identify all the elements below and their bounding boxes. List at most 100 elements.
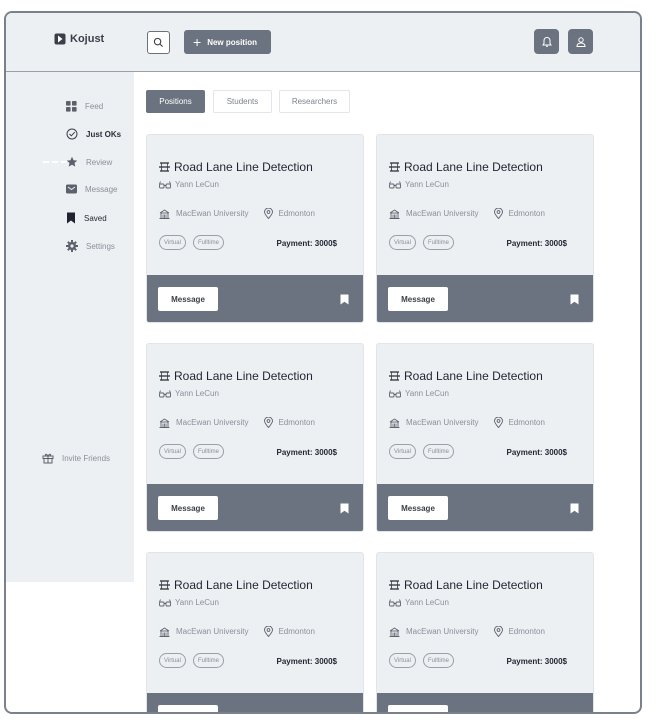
location-pin-icon [264,417,274,428]
position-card[interactable]: Road Lane Line Detection Yann LeCun MacE… [146,134,364,323]
invite-friends-label: Invite Friends [62,453,111,463]
card-footer: Message [147,275,363,322]
gift-icon [42,453,54,464]
building-icon [389,417,400,428]
supervisor-name: Yann LeCun [175,598,219,607]
message-button[interactable]: Message [158,705,218,712]
sidebar-item-message[interactable]: Message [66,184,117,194]
bookmark-icon[interactable] [340,503,349,514]
position-card[interactable]: Road Lane Line Detection Yann LeCun MacE… [146,552,364,714]
payment-amount: Payment: 3000$ [276,239,337,248]
payment-amount: Payment: 3000$ [276,448,337,457]
tab-students[interactable]: Students [213,90,272,113]
bookmark-icon[interactable] [340,712,349,714]
glasses-icon [389,389,401,397]
new-position-label: New position [207,37,257,47]
glasses-icon [159,180,171,188]
position-title: Road Lane Line Detection [404,369,543,383]
gear-icon [66,240,78,252]
sidebar-item-settings[interactable]: Settings [66,240,115,252]
university-name: MacEwan University [176,627,249,636]
glasses-icon [159,389,171,397]
supervisor-name: Yann LeCun [405,598,449,607]
tab-positions[interactable]: Positions [146,90,205,113]
brand-logo[interactable]: Kojust [54,33,104,45]
tag-fulltime: Fulltime [193,653,225,668]
bookmark-icon[interactable] [570,712,579,714]
search-button[interactable] [147,31,170,54]
building-icon [159,208,170,219]
message-button[interactable]: Message [388,705,448,712]
bookmark-icon[interactable] [570,503,579,514]
location-pin-icon [264,208,274,219]
tag-fulltime: Fulltime [423,653,455,668]
logo-icon [54,33,66,45]
sidebar-item-label: Just OKs [86,129,122,139]
sidebar-item-review[interactable]: Review [66,156,112,168]
supervisor-name: Yann LeCun [175,180,219,189]
city-name: Edmonton [278,418,315,427]
road-icon [159,162,170,172]
sidebar-item-saved[interactable]: Saved [66,212,107,224]
tag-virtual: Virtual [159,653,186,668]
building-icon [159,626,170,637]
sidebar-item-feed[interactable]: Feed [66,101,103,112]
profile-button[interactable] [568,29,593,54]
university-name: MacEwan University [176,209,249,218]
tag-fulltime: Fulltime [423,444,455,459]
user-icon [575,36,586,47]
sidebar-item-label: Settings [86,241,115,251]
card-footer: Message [377,484,593,531]
road-icon [159,580,170,590]
tag-virtual: Virtual [389,235,416,250]
sidebar: Feed Just OKs Review Message Saved Setti… [6,72,134,582]
position-card[interactable]: Road Lane Line Detection Yann LeCun MacE… [146,343,364,532]
bookmark-icon[interactable] [570,294,579,305]
road-icon [389,162,400,172]
city-name: Edmonton [508,627,545,636]
tab-researchers[interactable]: Researchers [279,90,350,113]
position-title: Road Lane Line Detection [404,578,543,592]
review-indicator [43,161,67,163]
tag-virtual: Virtual [159,235,186,250]
sidebar-item-just-oks[interactable]: Just OKs [66,128,121,140]
road-icon [389,580,400,590]
message-button[interactable]: Message [158,287,218,311]
university-name: MacEwan University [406,627,479,636]
payment-amount: Payment: 3000$ [506,448,567,457]
card-footer: Message [147,484,363,531]
position-title: Road Lane Line Detection [404,160,543,174]
tag-virtual: Virtual [159,444,186,459]
bell-icon [541,36,552,47]
city-name: Edmonton [278,209,315,218]
bookmark-icon[interactable] [340,294,349,305]
notifications-button[interactable] [534,29,559,54]
position-title: Road Lane Line Detection [174,369,313,383]
mail-icon [66,184,77,194]
location-pin-icon [494,208,504,219]
tag-fulltime: Fulltime [423,235,455,250]
city-name: Edmonton [278,627,315,636]
message-button[interactable]: Message [388,287,448,311]
new-position-button[interactable]: + New position [184,30,271,54]
position-card[interactable]: Road Lane Line Detection Yann LeCun MacE… [376,552,594,714]
position-title: Road Lane Line Detection [174,160,313,174]
supervisor-name: Yann LeCun [405,180,449,189]
location-pin-icon [494,626,504,637]
card-footer: Message [377,275,593,322]
payment-amount: Payment: 3000$ [506,657,567,666]
building-icon [389,626,400,637]
building-icon [389,208,400,219]
grid-icon [66,101,77,112]
location-pin-icon [494,417,504,428]
building-icon [159,417,170,428]
position-card[interactable]: Road Lane Line Detection Yann LeCun MacE… [376,134,594,323]
university-name: MacEwan University [176,418,249,427]
tag-fulltime: Fulltime [193,444,225,459]
position-card[interactable]: Road Lane Line Detection Yann LeCun MacE… [376,343,594,532]
invite-friends-link[interactable]: Invite Friends [42,452,110,464]
glasses-icon [389,180,401,188]
message-button[interactable]: Message [158,496,218,520]
city-name: Edmonton [508,209,545,218]
message-button[interactable]: Message [388,496,448,520]
